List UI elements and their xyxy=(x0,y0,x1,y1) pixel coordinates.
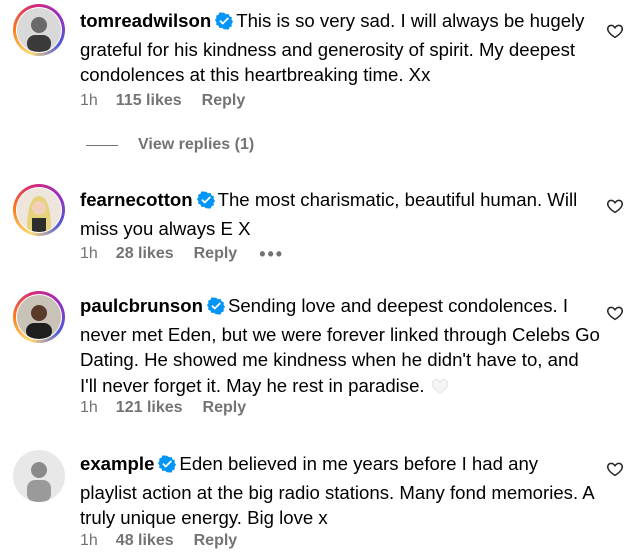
comment-likes[interactable]: 115 likes xyxy=(116,92,182,110)
view-replies-button[interactable]: View replies (1) xyxy=(86,134,254,156)
avatar-photo-icon xyxy=(17,295,61,339)
heart-outline-icon[interactable] xyxy=(606,460,624,478)
comment-likes[interactable]: 28 likes xyxy=(116,245,174,263)
comment-username[interactable]: tomreadwilson xyxy=(80,10,211,31)
verified-badge-icon xyxy=(196,190,215,216)
comment-likes[interactable]: 48 likes xyxy=(116,532,174,550)
reply-button[interactable]: Reply xyxy=(203,399,247,417)
avatar-photo-icon xyxy=(13,450,65,502)
comment-body: fearnecotton The most charismatic, beauti… xyxy=(80,187,600,241)
comment-time[interactable]: 1h xyxy=(80,245,98,263)
comment-text: Eden believed in me years before I had a… xyxy=(80,453,594,528)
view-replies-label[interactable]: View replies (1) xyxy=(138,136,254,154)
verified-badge-icon xyxy=(158,454,177,480)
comment-body: tomreadwilson This is so very sad. I will… xyxy=(80,8,600,88)
avatar[interactable] xyxy=(13,184,65,236)
comment-username[interactable]: example xyxy=(80,453,154,474)
reply-button[interactable]: Reply xyxy=(202,92,246,110)
comment-meta: 1h 115 likes Reply xyxy=(80,90,267,112)
comment-time[interactable]: 1h xyxy=(80,399,98,417)
comment-username[interactable]: paulcbrunson xyxy=(80,295,203,316)
comment-body: example Eden believed in me years before … xyxy=(80,451,600,531)
reply-button[interactable]: Reply xyxy=(194,245,238,263)
view-replies-divider xyxy=(86,144,118,146)
avatar[interactable] xyxy=(13,450,65,502)
verified-badge-icon xyxy=(215,11,234,37)
comment-meta: 1h 48 likes Reply xyxy=(80,530,259,552)
white-heart-icon xyxy=(431,375,449,401)
comments-list: tomreadwilson This is so very sad. I will… xyxy=(0,0,634,556)
avatar[interactable] xyxy=(13,4,65,56)
comment-body: paulcbrunson Sending love and deepest con… xyxy=(80,293,600,400)
comment-username[interactable]: fearnecotton xyxy=(80,189,193,210)
heart-outline-icon[interactable] xyxy=(606,197,624,215)
comment-likes[interactable]: 121 likes xyxy=(116,399,183,417)
verified-badge-icon xyxy=(206,296,226,322)
comment-time[interactable]: 1h xyxy=(80,92,98,110)
heart-outline-icon[interactable] xyxy=(606,304,624,322)
heart-outline-icon[interactable] xyxy=(606,22,624,40)
avatar[interactable] xyxy=(13,291,65,343)
avatar-photo-icon xyxy=(17,188,61,232)
reply-button[interactable]: Reply xyxy=(194,532,238,550)
avatar-photo-icon xyxy=(17,8,61,52)
more-options-icon[interactable]: ••• xyxy=(259,244,284,265)
comment-time[interactable]: 1h xyxy=(80,532,98,550)
comment-meta: 1h 28 likes Reply ••• xyxy=(80,243,284,265)
comment-meta: 1h 121 likes Reply xyxy=(80,397,268,419)
